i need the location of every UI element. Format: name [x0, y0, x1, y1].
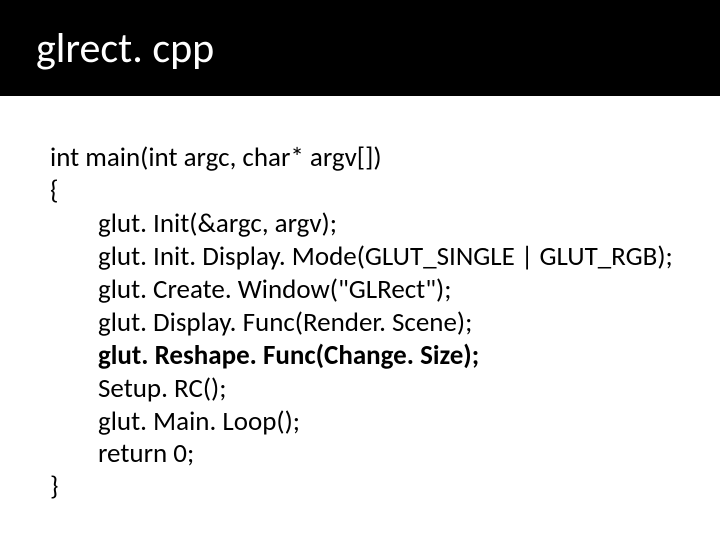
code-line: glut. Main. Loop(); — [50, 406, 710, 439]
code-line: Setup. RC(); — [50, 373, 710, 406]
slide: glrect. cpp int main(int argc, char* arg… — [0, 0, 720, 540]
code-line: int main(int argc, char* argv[]) — [50, 142, 710, 175]
code-line: glut. Display. Func(Render. Scene); — [50, 307, 710, 340]
code-line: glut. Create. Window("GLRect"); — [50, 274, 710, 307]
code-line: glut. Init. Display. Mode(GLUT_SINGLE | … — [50, 241, 710, 274]
slide-title: glrect. cpp — [36, 23, 214, 74]
code-line: { — [50, 175, 710, 208]
code-line: glut. Init(&argc, argv); — [50, 208, 710, 241]
title-bar: glrect. cpp — [0, 0, 720, 96]
code-block: int main(int argc, char* argv[]) { glut.… — [0, 96, 720, 504]
code-line-bold: glut. Reshape. Func(Change. Size); — [50, 340, 710, 373]
code-line: return 0; — [50, 438, 710, 471]
code-line: } — [50, 471, 710, 504]
